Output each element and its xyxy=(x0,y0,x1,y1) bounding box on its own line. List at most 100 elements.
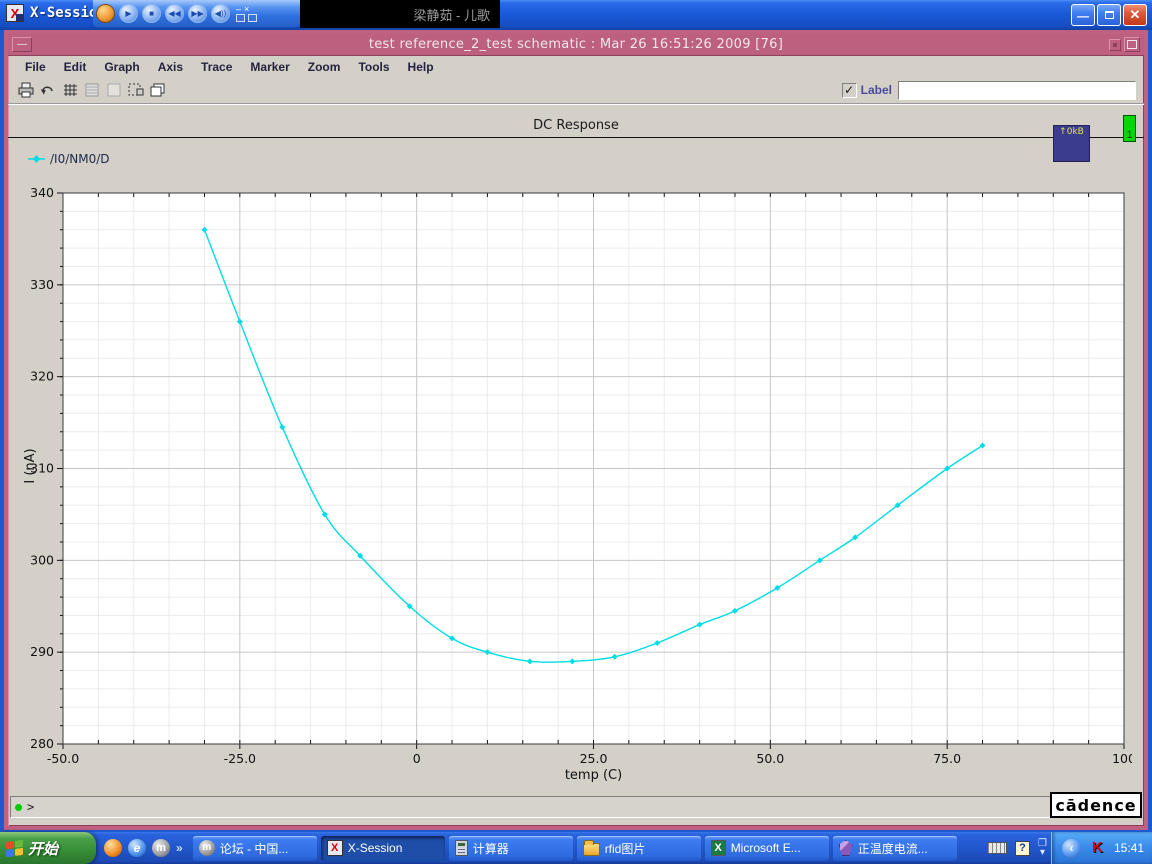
svg-text:280: 280 xyxy=(30,736,54,751)
menu-tools[interactable]: Tools xyxy=(349,58,398,76)
printer-icon[interactable] xyxy=(16,81,36,99)
orange-ball-icon[interactable] xyxy=(104,839,122,857)
ie-icon[interactable]: e xyxy=(128,839,146,857)
graph-title: DC Response xyxy=(533,118,619,133)
prev-icon[interactable]: ◀◀ xyxy=(165,4,184,23)
start-button[interactable]: 开始 xyxy=(0,832,96,864)
window-maximize-button[interactable] xyxy=(1124,37,1140,52)
menu-marker[interactable]: Marker xyxy=(241,58,298,76)
cadence-window: — test reference_2_test schematic : Mar … xyxy=(4,30,1148,830)
minimize-button[interactable]: — xyxy=(1071,4,1095,26)
menu-graph[interactable]: Graph xyxy=(95,58,148,76)
restore-button[interactable] xyxy=(1097,4,1121,26)
sheet-icon[interactable] xyxy=(104,81,124,99)
label-input[interactable] xyxy=(898,80,1136,100)
volume-icon[interactable]: ◀)) xyxy=(211,4,230,23)
svg-text:-50.0: -50.0 xyxy=(47,751,79,766)
start-label: 开始 xyxy=(28,840,59,858)
play-icon[interactable]: ▶ xyxy=(119,4,138,23)
cadence-logo: cādence xyxy=(1050,792,1142,818)
menu-trace[interactable]: Trace xyxy=(192,58,241,76)
selection-box-icon[interactable] xyxy=(126,81,146,99)
tray-panel: ‹ K 15:41 xyxy=(1050,832,1152,864)
song-title: 梁静茹 - 儿歌 xyxy=(413,7,490,23)
song-display: 梁静茹 - 儿歌 xyxy=(300,0,500,28)
xsession-icon: X xyxy=(326,840,343,856)
tray-clock[interactable]: 15:41 xyxy=(1114,841,1144,855)
menu-edit[interactable]: Edit xyxy=(55,58,96,76)
stop-icon[interactable]: ■ xyxy=(142,4,161,23)
system-tray: ? ❐ ▾ ‹ K 15:41 xyxy=(983,832,1152,864)
kaspersky-icon[interactable]: K xyxy=(1089,839,1106,857)
windows-flag-icon xyxy=(6,839,23,857)
task-excel[interactable]: Microsoft E... xyxy=(704,835,829,861)
svg-text:100: 100 xyxy=(1112,751,1132,766)
menu-axis[interactable]: Axis xyxy=(149,58,192,76)
player-mode-icon[interactable] xyxy=(236,14,245,22)
menubar: File Edit Graph Axis Trace Marker Zoom T… xyxy=(8,56,1144,77)
pen-icon xyxy=(838,840,853,856)
player-logo-icon[interactable] xyxy=(96,4,115,23)
svg-text:-25.0: -25.0 xyxy=(224,751,256,766)
legend[interactable]: /I0/NM0/D xyxy=(28,152,110,166)
language-sphere-icon[interactable]: ‹ xyxy=(1061,838,1081,858)
svg-text:330: 330 xyxy=(30,277,54,292)
keyboard-icon[interactable] xyxy=(987,842,1007,854)
badge-text: 1 xyxy=(1126,129,1133,141)
list-icon[interactable] xyxy=(82,81,102,99)
player-close-icon[interactable]: × xyxy=(244,5,249,14)
player-list-icon[interactable] xyxy=(248,14,257,22)
close-button[interactable]: ✕ xyxy=(1123,4,1147,26)
next-icon[interactable]: ▶▶ xyxy=(188,4,207,23)
svg-text:75.0: 75.0 xyxy=(933,751,961,766)
window-arrow-icon[interactable]: ❐ ▾ xyxy=(1038,839,1047,858)
folder-icon xyxy=(582,839,600,856)
copy-window-icon[interactable] xyxy=(148,81,168,99)
label-checkbox[interactable]: ✓ xyxy=(841,82,857,98)
svg-text:25.0: 25.0 xyxy=(580,751,608,766)
svg-text:I (nA): I (nA) xyxy=(23,448,38,483)
net-speed-overlay: ↑0kB xyxy=(1053,125,1090,162)
menu-file[interactable]: File xyxy=(16,58,55,76)
quick-launch: e m » xyxy=(96,839,191,857)
svg-text:temp (C): temp (C) xyxy=(565,768,622,783)
menu-help[interactable]: Help xyxy=(399,58,443,76)
svg-text:300: 300 xyxy=(30,552,54,567)
legend-trace-name: /I0/NM0/D xyxy=(50,152,110,166)
task-calculator[interactable]: 计算器 xyxy=(448,835,573,861)
net-speed-text: ↑0kB xyxy=(1059,127,1084,137)
undo-icon[interactable] xyxy=(38,81,58,99)
window-iconify-button[interactable] xyxy=(1109,38,1121,51)
chevron-more-icon[interactable]: » xyxy=(176,841,183,855)
xsession-icon: X xyxy=(6,4,24,22)
status-dot-icon xyxy=(15,803,22,811)
grid-icon[interactable] xyxy=(60,81,80,99)
help-icon[interactable]: ? xyxy=(1015,840,1030,856)
player-minimize-icon[interactable]: – xyxy=(236,5,241,14)
toolbar: ✓ Label xyxy=(8,77,1144,104)
maxthon-icon: m xyxy=(198,840,215,856)
excel-icon xyxy=(710,840,726,856)
badge-overlay: 1 xyxy=(1123,115,1136,142)
svg-text:340: 340 xyxy=(30,185,54,200)
taskbar: 开始 e m » m 论坛 - 中国... X X-Session 计算器 rf… xyxy=(0,832,1152,864)
xp-title-left: X X-Session xyxy=(6,4,106,22)
svg-text:320: 320 xyxy=(30,369,54,384)
plot-area[interactable]: -50.0 -25.0 0 25.0 50.0 75.0 100 280 290 300 310 32… xyxy=(20,185,1136,785)
status-command-bar[interactable]: > xyxy=(10,796,1138,818)
menu-zoom[interactable]: Zoom xyxy=(299,58,350,76)
task-document[interactable]: 正温度电流... xyxy=(832,835,957,861)
task-rfid-folder[interactable]: rfid图片 xyxy=(576,835,701,861)
task-forum[interactable]: m 论坛 - 中国... xyxy=(192,835,317,861)
calculator-icon xyxy=(454,840,468,856)
window-titlebar[interactable]: — test reference_2_test schematic : Mar … xyxy=(8,34,1144,56)
title-rule xyxy=(8,137,1144,138)
window-menu-button[interactable]: — xyxy=(12,37,32,52)
legend-marker-icon xyxy=(28,155,45,163)
task-xsession[interactable]: X X-Session xyxy=(320,835,445,861)
maxthon-icon[interactable]: m xyxy=(152,839,170,857)
dc-response-plot[interactable]: -50.0 -25.0 0 25.0 50.0 75.0 10028029030031032… xyxy=(20,185,1136,785)
mini-player[interactable]: ▶ ■ ◀◀ ▶▶ ◀)) – × xyxy=(93,0,300,27)
window-title: test reference_2_test schematic : Mar 26… xyxy=(368,37,784,52)
label-checkbox-label: Label xyxy=(860,83,892,97)
